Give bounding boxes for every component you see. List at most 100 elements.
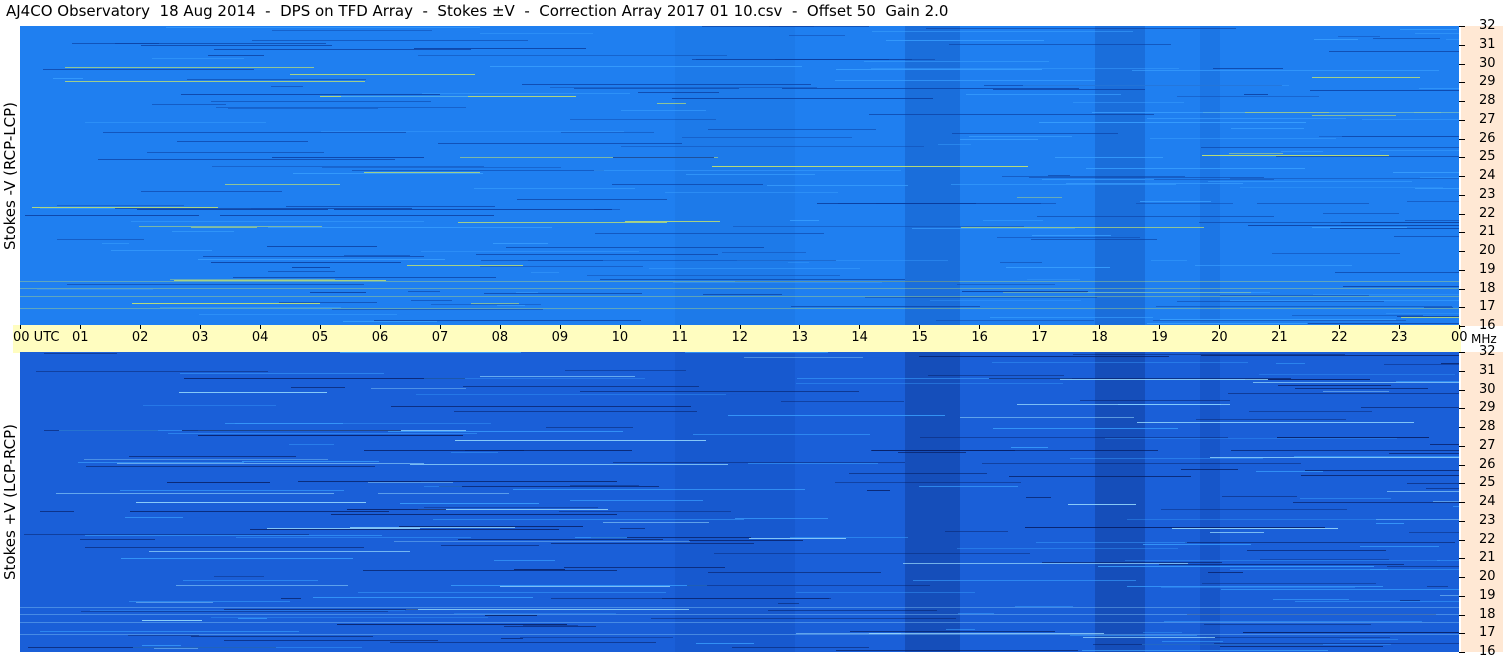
x-tick-mark xyxy=(199,325,201,329)
signal-streak xyxy=(484,293,642,294)
signal-streak xyxy=(310,292,366,293)
signal-streak xyxy=(1415,188,1503,189)
signal-streak xyxy=(216,107,466,108)
signal-streak xyxy=(1312,77,1420,78)
signal-streak xyxy=(347,509,446,510)
signal-streak xyxy=(1060,379,1268,380)
x-tick-label: 00 UTC xyxy=(13,330,60,345)
signal-streak xyxy=(835,80,1095,81)
y-tick-label: 23 xyxy=(1479,186,1496,202)
signal-streak xyxy=(211,101,431,102)
signal-streak xyxy=(748,463,878,464)
y-tick-mark xyxy=(1459,595,1465,597)
signal-streak xyxy=(56,493,334,494)
signal-streak xyxy=(570,119,716,120)
signal-streak xyxy=(703,294,782,295)
signal-streak xyxy=(84,459,328,460)
signal-streak xyxy=(961,227,1204,228)
signal-streak xyxy=(371,388,466,389)
y-tick-mark xyxy=(1459,464,1465,466)
signal-streak xyxy=(184,378,465,379)
y-tick-mark xyxy=(1459,101,1465,102)
signal-streak xyxy=(1343,286,1503,287)
signal-streak xyxy=(1248,225,1490,226)
signal-streak xyxy=(1230,300,1503,301)
signal-streak xyxy=(132,303,320,304)
signal-streak xyxy=(993,89,1145,90)
y-tick-mark xyxy=(1459,157,1465,159)
signal-streak xyxy=(225,184,340,185)
signal-streak xyxy=(1222,496,1297,497)
signal-streak xyxy=(686,174,815,175)
y-tick-label: 16 xyxy=(1479,644,1496,659)
signal-streak xyxy=(340,352,521,353)
signal-streak xyxy=(183,580,318,581)
signal-streak xyxy=(53,78,83,79)
signal-streak xyxy=(211,262,401,263)
signal-streak xyxy=(1394,236,1503,237)
signal-streak xyxy=(1277,437,1429,438)
y-tick-label: 24 xyxy=(1479,494,1496,509)
signal-streak xyxy=(65,67,314,68)
y-tick-mark xyxy=(1459,269,1465,271)
signal-streak xyxy=(938,144,971,145)
signal-streak xyxy=(649,268,860,269)
x-tick-label: 00 xyxy=(1451,330,1468,345)
x-tick-mark xyxy=(1219,325,1221,329)
signal-streak xyxy=(570,485,639,486)
y-tick-label: 30 xyxy=(1479,381,1496,397)
signal-streak xyxy=(613,157,714,158)
signal-streak xyxy=(160,307,341,308)
signal-streak xyxy=(136,502,366,503)
signal-streak xyxy=(1407,201,1503,202)
signal-streak xyxy=(517,199,667,200)
signal-streak xyxy=(1172,528,1338,529)
signal-streak xyxy=(454,613,616,614)
y-tick-mark xyxy=(1459,389,1465,391)
x-tick-mark xyxy=(1039,325,1041,329)
y-tick-mark xyxy=(1459,483,1465,485)
signal-streak xyxy=(78,462,244,463)
signal-streak xyxy=(600,279,905,280)
signal-streak xyxy=(506,247,764,248)
signal-streak xyxy=(1362,119,1503,120)
signal-streak xyxy=(111,250,212,251)
signal-streak xyxy=(1281,151,1323,152)
signal-streak xyxy=(550,87,817,88)
signal-streak xyxy=(850,631,1055,632)
y-tick-mark xyxy=(1459,445,1465,447)
x-tick-label: 19 xyxy=(1151,330,1168,345)
x-tick-label: 03 xyxy=(191,330,209,345)
band-line xyxy=(20,288,1459,289)
y-tick-mark xyxy=(1459,194,1465,196)
signal-streak xyxy=(480,33,593,34)
signal-streak xyxy=(997,237,1140,238)
signal-streak xyxy=(422,93,630,94)
signal-streak xyxy=(1257,203,1369,204)
signal-streak xyxy=(872,31,1133,32)
signal-streak xyxy=(451,585,707,586)
signal-streak xyxy=(796,592,975,593)
signal-streak xyxy=(228,108,378,109)
signal-streak xyxy=(682,137,852,138)
spectrogram-top xyxy=(20,26,1503,326)
signal-streak xyxy=(198,259,445,260)
x-tick-label: 01 xyxy=(71,330,89,345)
y-tick-label: 28 xyxy=(1479,419,1496,434)
signal-streak xyxy=(919,486,1018,487)
signal-streak xyxy=(214,49,471,50)
signal-streak xyxy=(44,353,117,354)
signal-streak xyxy=(1162,641,1223,642)
signal-streak xyxy=(476,254,718,255)
signal-streak xyxy=(781,401,904,402)
signal-streak xyxy=(735,518,828,519)
signal-streak xyxy=(343,321,437,322)
signal-streak xyxy=(212,166,484,167)
signal-streak xyxy=(603,522,709,523)
y-tick-label: 32 xyxy=(1479,18,1496,33)
signal-streak xyxy=(1415,33,1503,34)
signal-streak xyxy=(886,40,1044,41)
signal-streak xyxy=(424,507,598,508)
signal-streak xyxy=(1221,589,1503,590)
x-tick-label: 20 xyxy=(1211,330,1228,345)
